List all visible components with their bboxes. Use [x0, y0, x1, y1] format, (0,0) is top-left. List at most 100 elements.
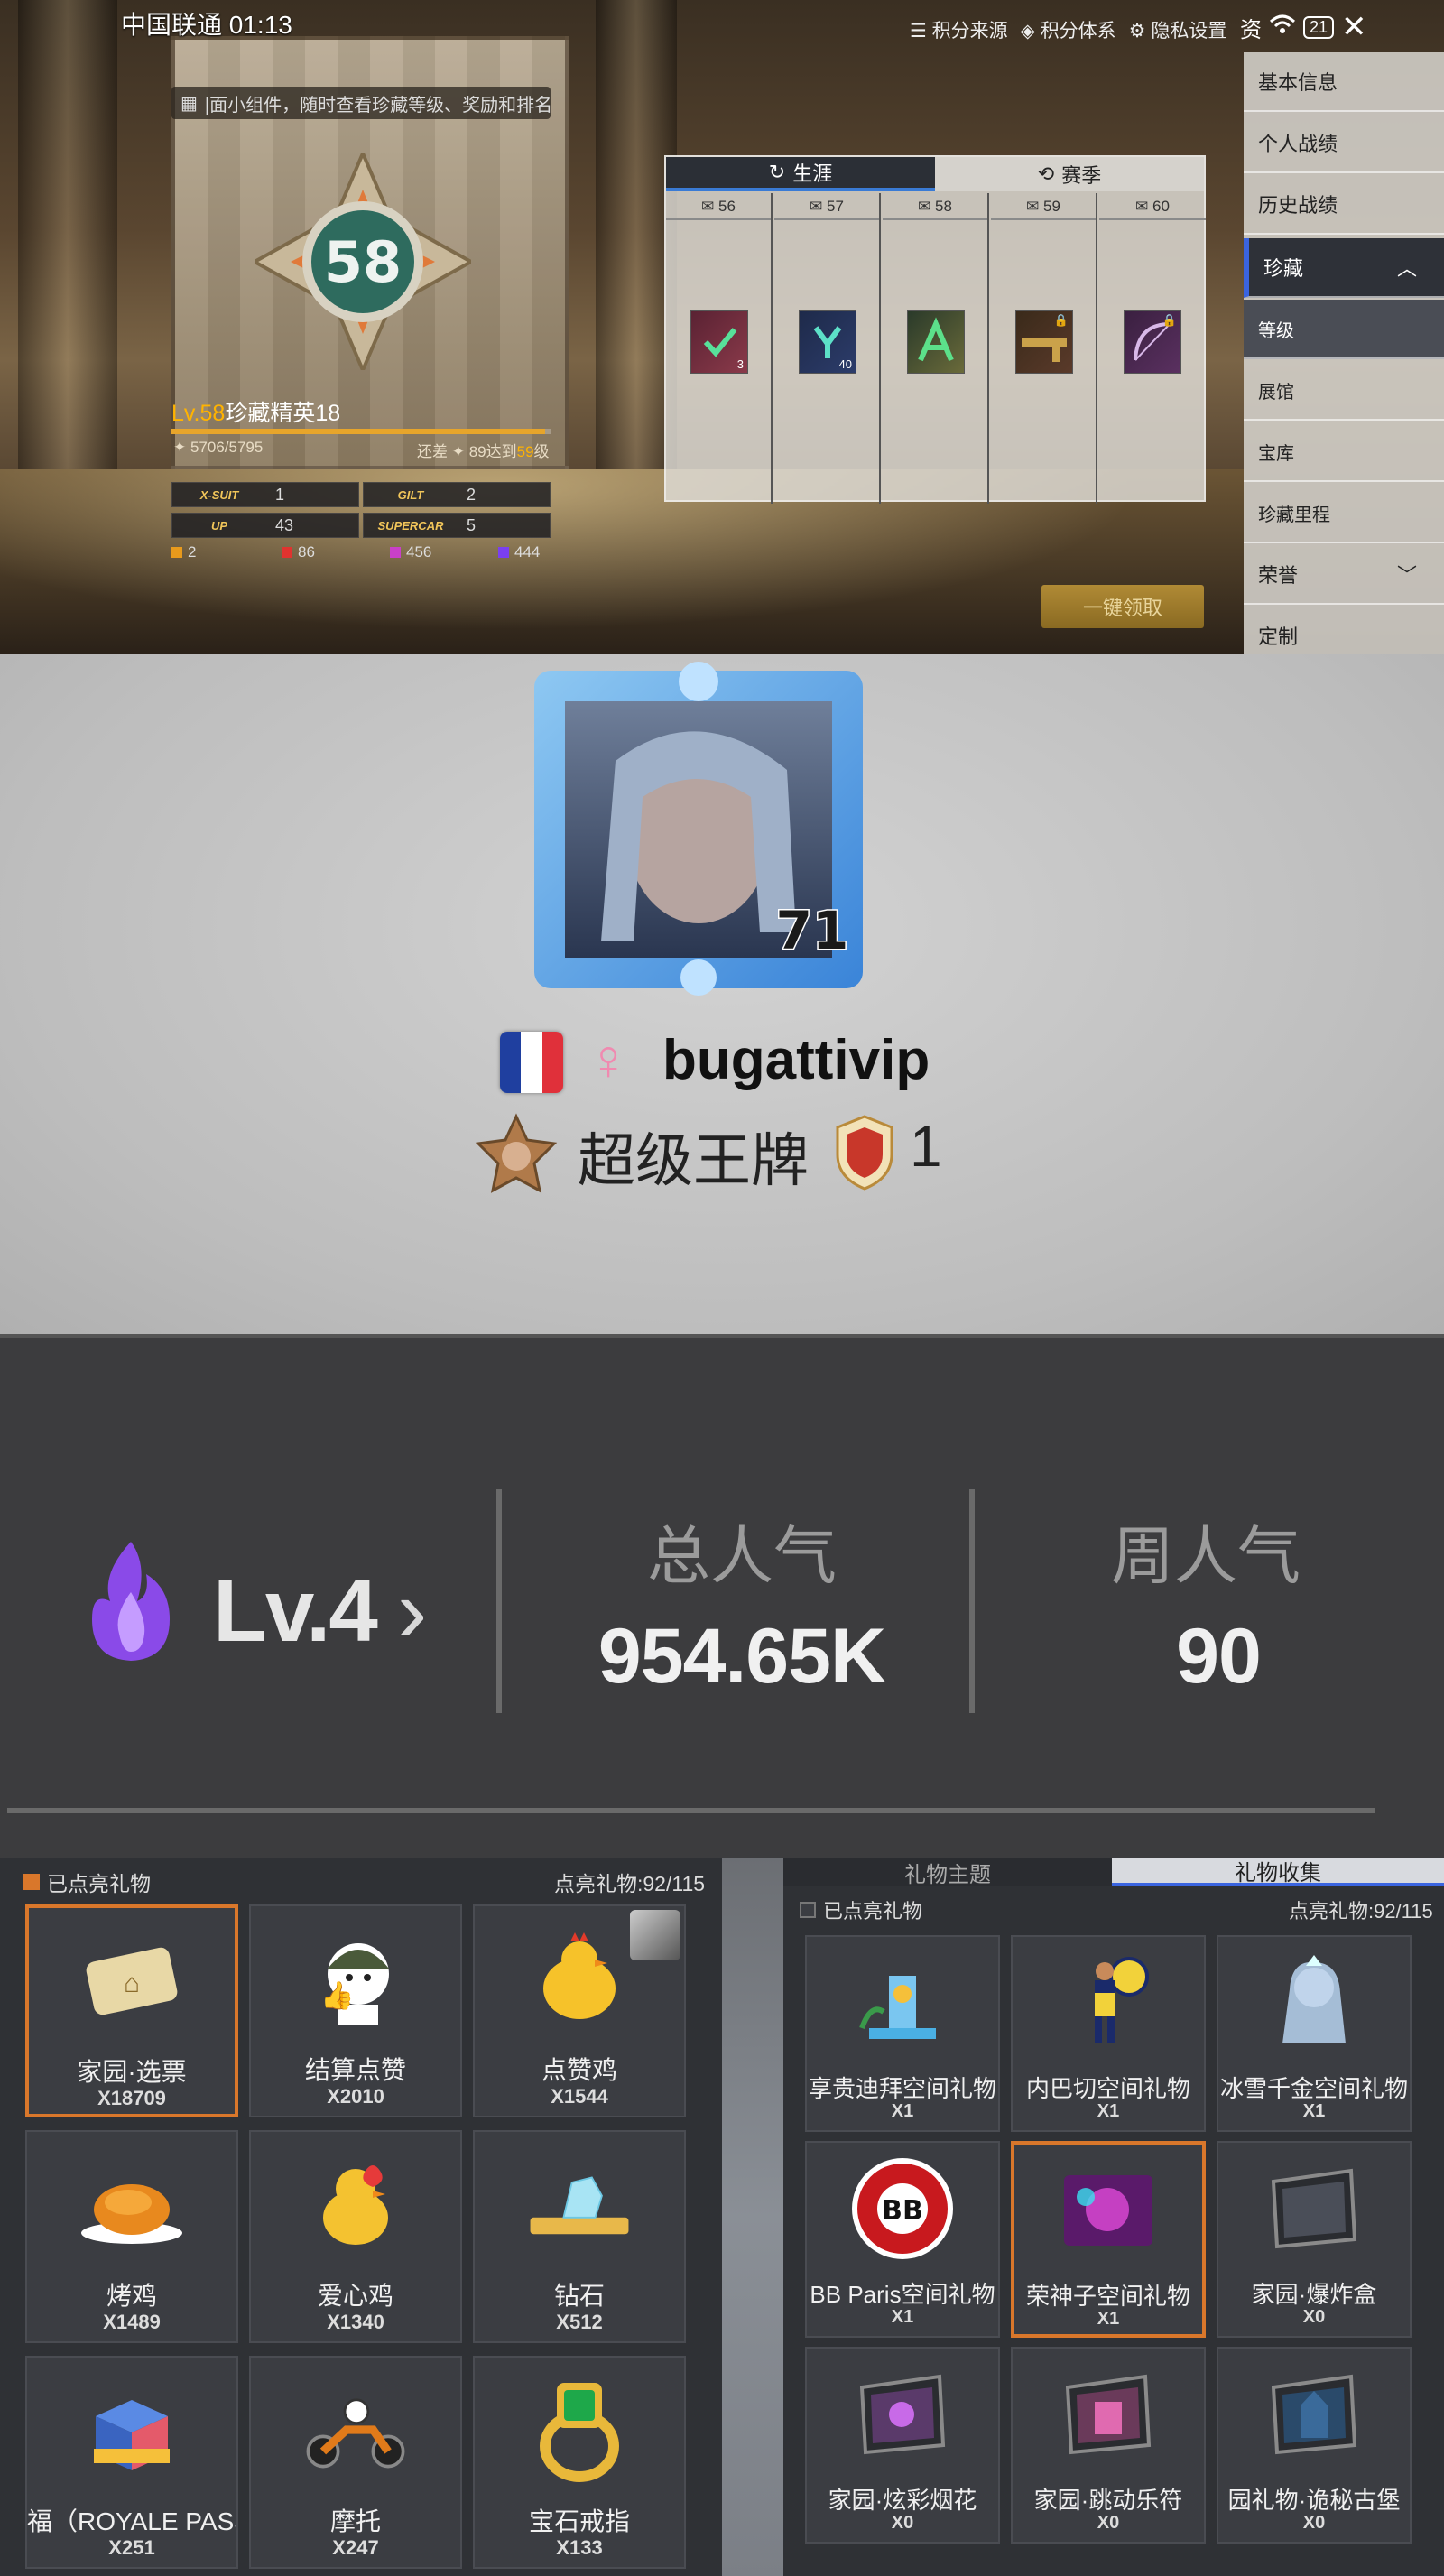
total-popularity-value: 954.65K [597, 1613, 886, 1700]
country-flag [500, 1032, 563, 1093]
menu-item-honor[interactable]: 荣誉 ﹀ [1244, 545, 1444, 605]
close-icon[interactable]: ✕ [1341, 9, 1367, 45]
avatar-frame[interactable]: 71 [525, 662, 872, 997]
gift-card[interactable]: 冰雪千金空间礼物 X1 [1217, 1935, 1412, 2132]
chevron-right-icon[interactable]: › [397, 1560, 427, 1663]
level-column[interactable]: ✉ 58 [883, 193, 989, 504]
balenciaga-icon: BB [848, 2155, 957, 2262]
gift-card[interactable]: 家园·跳动乐符 X0 [1011, 2347, 1206, 2544]
level-header: ✉ 57 [774, 193, 879, 220]
gift-card[interactable]: 点赞鸡 X1544 [473, 1904, 686, 2117]
gift-card[interactable]: 烤鸡 X1489 [25, 2130, 238, 2343]
count-color-swatch [171, 547, 182, 558]
level-column[interactable]: ✉ 57 40 [774, 193, 881, 504]
reward-item[interactable]: 3 [690, 310, 748, 374]
lit-gifts-header: 已点亮礼物 [800, 1895, 922, 1924]
tab-season[interactable]: ⟲ 赛季 [935, 157, 1204, 191]
level-header: ✉ 56 [666, 193, 771, 220]
level-column[interactable]: ✉ 56 3 [666, 193, 773, 504]
tab-gift-collection[interactable]: 礼物收集 [1112, 1858, 1444, 1886]
level-column[interactable]: ✉ 60 🔒 [1099, 193, 1206, 504]
collection-screen: 中国联通 01:13 ☰ 积分来源 ◈ 积分体系 ⚙ 隐私设置 资 21 ✕ ▦… [0, 0, 1444, 654]
motorcycle-icon [301, 2376, 410, 2484]
menu-item-history-record[interactable]: 历史战绩 [1244, 175, 1444, 235]
rank-row: X-SUIT 1 [171, 482, 359, 507]
status-carrier-time: 中国联通 01:13 [121, 11, 292, 39]
gift-card[interactable]: 享贵迪拜空间礼物 X1 [805, 1935, 1000, 2132]
xp-progress-bar [171, 429, 551, 434]
points-system-link[interactable]: ◈ 积分体系 [1021, 16, 1116, 43]
widget-icon: ▦ [180, 93, 198, 114]
divider [496, 1489, 502, 1713]
menu-item-custom[interactable]: 定制 [1244, 607, 1444, 654]
side-menu-label: 资 [1240, 17, 1262, 42]
xp-value: ✦ 5706/5795 [173, 439, 264, 456]
level-header: ✉ 60 [1099, 193, 1206, 220]
tab-career[interactable]: ↻ 生涯 [666, 157, 935, 191]
gift-card[interactable]: BB BB Paris空间礼物 X1 [805, 2141, 1000, 2338]
weekly-popularity-label: 周人气 [1111, 1521, 1301, 1591]
female-gender-icon: ♀ [587, 1027, 630, 1092]
gift-card[interactable]: 福（ROYALE PASS专 X251 [25, 2356, 238, 2569]
wifi-icon [1269, 14, 1296, 41]
tab-gift-theme[interactable]: 礼物主题 [783, 1858, 1112, 1886]
gift-card[interactable]: 爱心鸡 X1340 [249, 2130, 462, 2343]
menu-item-milestone[interactable]: 珍藏里程 [1244, 484, 1444, 543]
gift-card[interactable]: 家园·爆炸盒 X0 [1217, 2141, 1412, 2338]
career-icon: ↻ [768, 161, 786, 183]
menu-item-level[interactable]: 等级 [1244, 300, 1444, 359]
count-color-swatch [498, 547, 509, 558]
reward-item[interactable]: 🔒 [1015, 310, 1073, 374]
gift-card[interactable]: 宝石戒指 X133 [473, 2356, 686, 2569]
profile-section: 71 ♀ bugattivip 超级王牌 1 [0, 654, 1444, 1334]
gift-card[interactable]: 钻石 X512 [473, 2130, 686, 2343]
diamond-icon [525, 2150, 634, 2258]
claim-all-button[interactable]: 一键领取 [1041, 585, 1204, 628]
gift-card[interactable]: 👍 结算点赞 X2010 [249, 1904, 462, 2117]
rank-row: UP 43 [171, 513, 359, 538]
blast-box-icon [1260, 2155, 1368, 2262]
chevron-down-icon: ﹀ [1396, 564, 1417, 587]
xp-remaining: 还差 ✦ 89达到59级 [417, 443, 550, 460]
count-item: 2 [171, 543, 196, 561]
menu-item-gallery[interactable]: 展馆 [1244, 361, 1444, 421]
points-source-link[interactable]: ☰ 积分来源 [910, 16, 1008, 43]
divider [0, 1334, 1444, 1338]
widget-tip-banner[interactable]: ▦ |面小组件，随时查看珍藏等级、奖励和排名 › [171, 87, 551, 119]
privacy-settings-link[interactable]: ⚙ 隐私设置 [1129, 16, 1227, 43]
lit-checkbox[interactable] [800, 1902, 816, 1918]
menu-item-vault[interactable]: 宝库 [1244, 422, 1444, 482]
gift-card[interactable]: 内巴切空间礼物 X1 [1011, 1935, 1206, 2132]
count-item: 86 [282, 543, 315, 561]
lit-checkbox[interactable] [23, 1874, 40, 1890]
menu-item-basic-info[interactable]: 基本信息 [1244, 52, 1444, 112]
popularity-level[interactable]: Lv.4 [213, 1560, 378, 1662]
level-header: ✉ 59 [991, 193, 1096, 220]
avatar-thumbnail [630, 1910, 680, 1960]
menu-item-personal-record[interactable]: 个人战绩 [1244, 114, 1444, 173]
level-column[interactable]: ✉ 59 🔒 [991, 193, 1097, 504]
ring-icon [525, 2376, 634, 2484]
player-name: bugattivip [662, 1029, 930, 1091]
purple-flame-icon [83, 1538, 179, 1669]
weekly-popularity-value: 90 [1176, 1613, 1262, 1700]
reward-item[interactable] [907, 310, 965, 374]
lock-icon: 🔒 [1053, 313, 1069, 327]
gift-card[interactable]: ⌂ 家园·选票 X18709 [25, 1904, 238, 2117]
reward-item[interactable]: 🔒 [1124, 310, 1181, 374]
menu-item-collection[interactable]: 珍藏 ︿ [1244, 238, 1444, 298]
a-emblem-icon [918, 317, 954, 362]
snow-princess-icon [1260, 1950, 1368, 2056]
gift-card[interactable]: 荣神子空间礼物 X1 [1011, 2141, 1206, 2338]
football-icon [1054, 1950, 1162, 2056]
gift-card[interactable]: 摩托 X247 [249, 2356, 462, 2569]
gift-card[interactable]: 家园·炫彩烟花 X0 [805, 2347, 1000, 2544]
reward-item[interactable]: 40 [799, 310, 856, 374]
total-popularity-label: 总人气 [647, 1521, 837, 1591]
rank-shield-icon [834, 1115, 895, 1195]
rank-title: 超级王牌 [578, 1128, 809, 1193]
season-icon: ⟲ [1037, 162, 1055, 185]
divider [969, 1489, 975, 1713]
gift-card[interactable]: 园礼物·诡秘古堡 X0 [1217, 2347, 1412, 2544]
lit-gift-count: 点亮礼物:92/115 [1289, 1900, 1433, 1923]
